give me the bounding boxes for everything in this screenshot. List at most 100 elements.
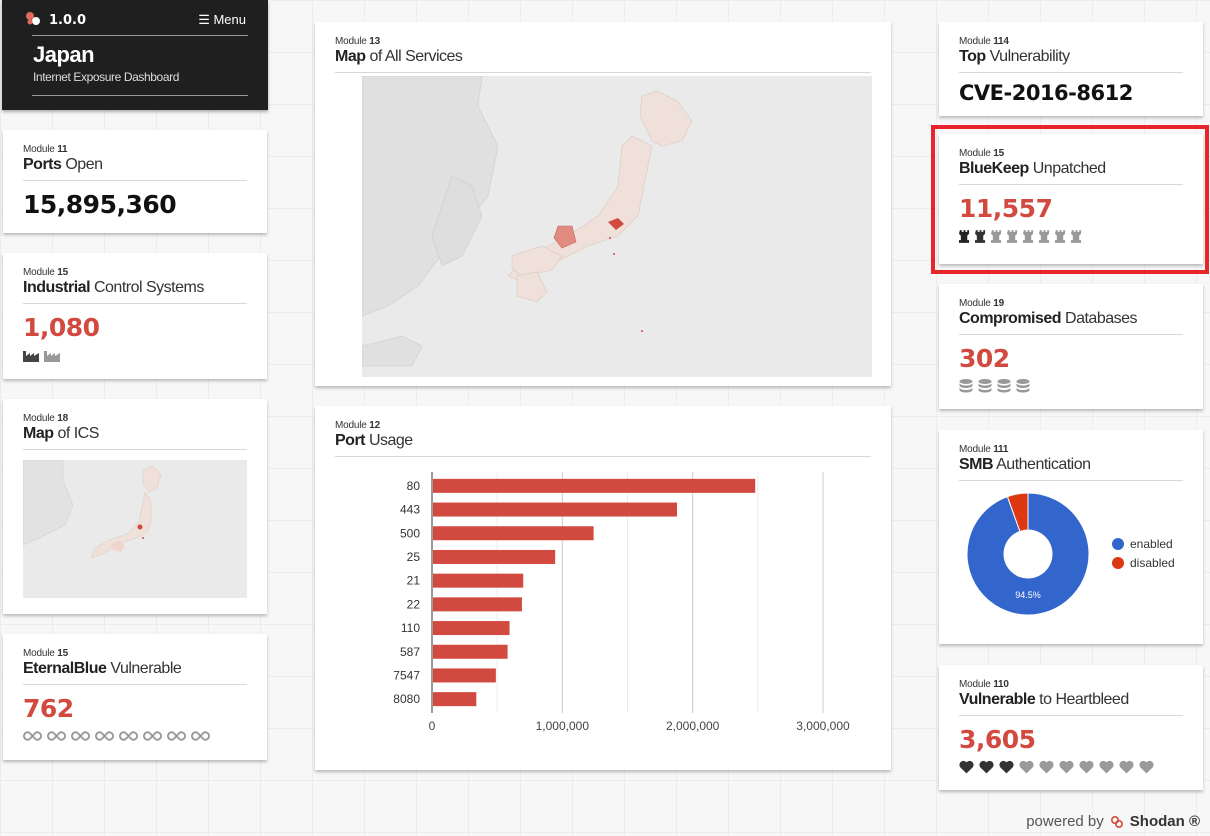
ics-map[interactable] — [23, 460, 247, 598]
port-usage-card: Module 12 Port Usage 80 443 500 25 21 22 110 58… — [315, 406, 891, 770]
heart-icon — [1139, 760, 1154, 774]
rook-icon — [1007, 229, 1018, 243]
card-title: SMB Authentication — [959, 455, 1183, 481]
eternalblue-icons — [23, 727, 247, 745]
rook-icon — [1023, 229, 1034, 243]
country-title: Japan — [33, 42, 95, 67]
card-title: Map of ICS — [23, 424, 247, 450]
dashboard-subtitle: Internet Exposure Dashboard — [33, 70, 179, 84]
port-bar[interactable] — [433, 644, 508, 659]
x-tick-label: 0 — [429, 719, 436, 733]
rook-icon — [959, 229, 970, 243]
ics-card: Module 15 Industrial Control Systems 1,0… — [3, 253, 267, 379]
port-label: 8080 — [393, 692, 420, 706]
port-label: 80 — [407, 479, 421, 493]
heart-icon — [1019, 760, 1034, 774]
infinity-icon — [191, 731, 210, 741]
database-icon — [997, 379, 1011, 393]
services-map[interactable] — [362, 76, 872, 377]
card-title: Industrial Control Systems — [23, 278, 247, 304]
ports-open-card: Module 11 Ports Open 15,895,360 — [3, 130, 267, 233]
heartbleed-value: 3,605 — [959, 725, 1036, 754]
heart-icon — [1079, 760, 1094, 774]
port-bar[interactable] — [433, 597, 522, 612]
module-number: 15 — [57, 648, 68, 659]
database-icon — [978, 379, 992, 393]
port-bar[interactable] — [433, 526, 594, 541]
card-title: Top Vulnerability — [959, 47, 1183, 73]
module-number: 11 — [57, 144, 68, 155]
infinity-icon — [119, 731, 138, 741]
smb-donut-chart: 94.5% enabled disabled — [966, 492, 1175, 616]
x-tick-label: 3,000,000 — [796, 719, 850, 733]
ics-value: 1,080 — [23, 313, 100, 342]
port-bar[interactable] — [433, 621, 510, 636]
infinity-icon — [47, 731, 66, 741]
rook-icon — [1055, 229, 1066, 243]
card-title: EternalBlue Vulnerable — [23, 659, 247, 685]
dashboard-header: 1.0.0 ☰ Menu Japan Internet Exposure Das… — [2, 0, 268, 110]
module-number: 18 — [57, 413, 68, 424]
powered-by-label: powered by — [1026, 813, 1104, 830]
footer: powered by Shodan ® — [1026, 813, 1200, 830]
module-number: 12 — [369, 420, 380, 431]
port-bar[interactable] — [433, 573, 524, 588]
database-icon — [1016, 379, 1030, 393]
module-number: 15 — [57, 267, 68, 278]
infinity-icon — [167, 731, 186, 741]
legend-swatch — [1112, 557, 1124, 569]
shodan-logo-icon — [1110, 815, 1123, 828]
port-label: 110 — [401, 621, 420, 635]
heart-icon — [1059, 760, 1074, 774]
legend-label-disabled[interactable]: disabled — [1130, 556, 1175, 570]
top-vulnerability-value[interactable]: CVE-2016-8612 — [959, 81, 1183, 105]
port-bar[interactable] — [433, 549, 556, 564]
port-bar[interactable] — [433, 692, 477, 707]
heart-icon — [979, 760, 994, 774]
card-title: Compromised Databases — [959, 309, 1183, 335]
card-title: Map of All Services — [335, 47, 871, 73]
eternalblue-card: Module 15 EternalBlue Vulnerable 762 — [3, 634, 267, 760]
databases-value: 302 — [959, 344, 1010, 373]
module-number: 13 — [369, 36, 380, 47]
port-label: 22 — [407, 597, 421, 611]
heart-icon — [999, 760, 1014, 774]
heartbleed-icons — [959, 758, 1183, 776]
bluekeep-icons — [959, 227, 1183, 245]
heart-icon — [1119, 760, 1134, 774]
legend-label-enabled[interactable]: enabled — [1130, 537, 1173, 551]
port-bar[interactable] — [433, 478, 756, 493]
eternalblue-value: 762 — [23, 694, 74, 723]
ports-open-value: 15,895,360 — [23, 190, 177, 219]
rook-icon — [975, 229, 986, 243]
ics-map-card: Module 18 Map of ICS — [3, 399, 267, 614]
slice-data-label: 94.5% — [1015, 590, 1041, 600]
x-tick-label: 1,000,000 — [536, 719, 590, 733]
legend-swatch — [1112, 538, 1124, 550]
rook-icon — [1039, 229, 1050, 243]
infinity-icon — [23, 731, 42, 741]
database-icon — [959, 379, 973, 393]
menu-button[interactable]: ☰ Menu — [198, 12, 246, 28]
heart-icon — [959, 760, 974, 774]
services-map-card: Module 13 Map of All Services — [315, 22, 891, 386]
module-number: 114 — [993, 36, 1009, 47]
port-bar[interactable] — [433, 668, 496, 683]
port-usage-bar-chart: 80 443 500 25 21 22 110 587 7547 8080 0 1,000,000 2,… — [393, 472, 850, 733]
module-number: 15 — [993, 148, 1004, 159]
databases-card: Module 19 Compromised Databases 302 — [939, 284, 1203, 409]
infinity-icon — [95, 731, 114, 741]
heartbleed-card: Module 110 Vulnerable to Heartbleed 3,60… — [939, 665, 1203, 790]
infinity-icon — [143, 731, 162, 741]
x-tick-label: 2,000,000 — [666, 719, 720, 733]
port-label: 7547 — [393, 668, 420, 682]
card-title: BlueKeep Unpatched — [959, 159, 1183, 185]
port-bar[interactable] — [433, 502, 678, 517]
port-label: 25 — [407, 550, 421, 564]
smb-card: Module 111 SMB Authentication 94.5% enabl… — [939, 430, 1203, 644]
version-label: 1.0.0 — [49, 13, 87, 28]
heart-icon — [1099, 760, 1114, 774]
bluekeep-card: Module 15 BlueKeep Unpatched 11,557 — [939, 134, 1203, 264]
shodan-brand-link[interactable]: Shodan ® — [1130, 813, 1200, 830]
japan-map-graphic — [362, 76, 693, 367]
